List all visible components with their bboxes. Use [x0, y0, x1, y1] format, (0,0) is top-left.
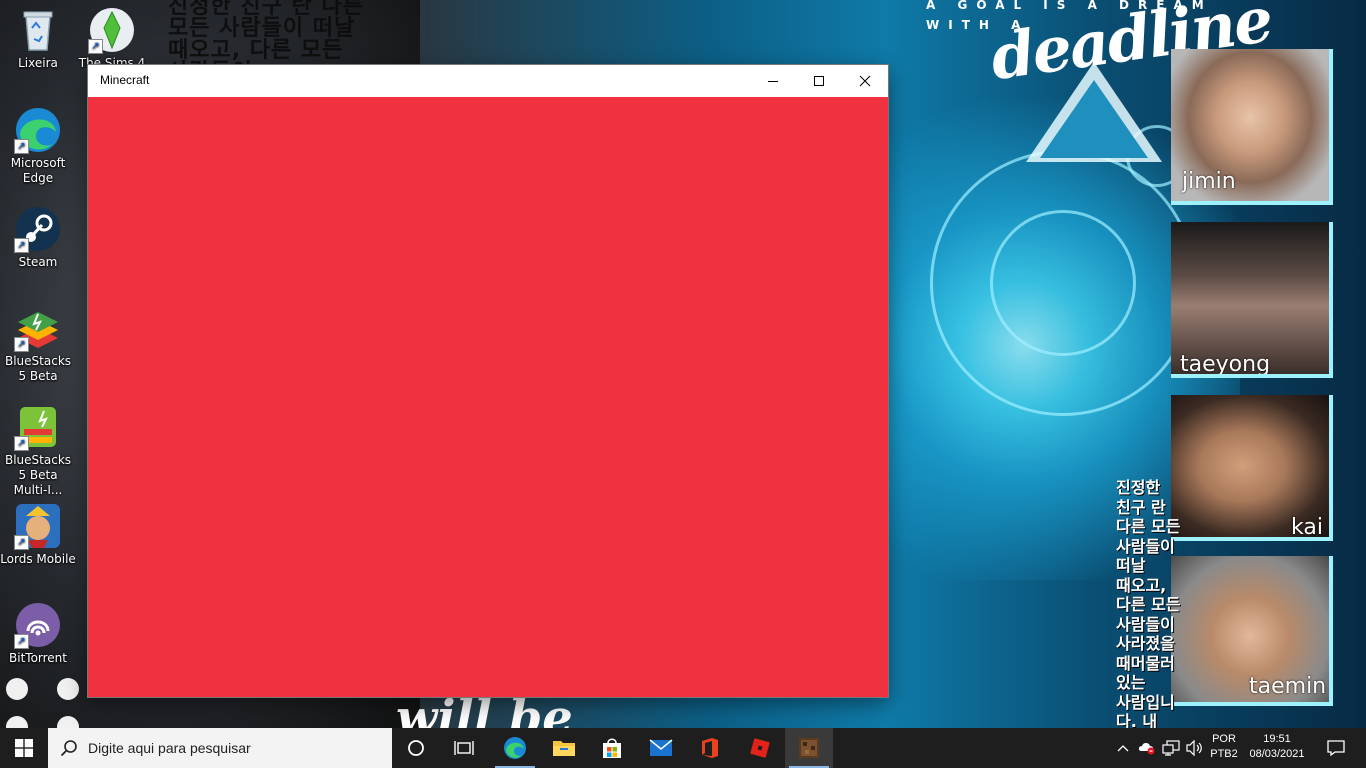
window-title: Minecraft [100, 73, 150, 87]
taskbar-minecraft[interactable] [785, 728, 833, 768]
wallpaper-photo-kai: kai [1171, 395, 1333, 541]
shortcut-arrow-icon: ↗ [14, 436, 29, 451]
desktop-icon-recycle-bin[interactable]: Lixeira [0, 6, 76, 71]
taskbar-roblox[interactable] [736, 728, 784, 768]
shortcut-arrow-icon: ↗ [14, 634, 29, 649]
onedrive-error-icon [1138, 743, 1155, 755]
notification-icon [1327, 740, 1345, 757]
edge-icon [504, 737, 526, 759]
desktop-icon-label: Lords Mobile [0, 552, 76, 566]
wallpaper-dot [57, 678, 79, 700]
store-icon [603, 738, 621, 758]
desktop-icon-label: BitTorrent [9, 651, 67, 665]
desktop-icon-label: BlueStacks 5 Beta Multi-I... [4, 453, 72, 497]
keyboard-layout: PTB2 [1210, 748, 1238, 760]
lords-mobile-icon: ↗ [14, 502, 62, 550]
minecraft-icon [799, 738, 819, 758]
mail-icon [649, 739, 673, 756]
bluestacks-icon: ↗ [14, 304, 62, 352]
search-icon [60, 740, 77, 757]
wallpaper-korean-text-right: 진정한 친구 란 다른 모든 사람들이 떠날 때오고, 다른 모든 사람들이 사… [1116, 478, 1181, 728]
tray-overflow-button[interactable] [1114, 728, 1132, 768]
minecraft-client-area[interactable] [88, 97, 888, 697]
notification-center-button[interactable] [1316, 728, 1356, 768]
minimize-button[interactable] [750, 65, 796, 97]
wallpaper-photo-jimin: jimin [1171, 49, 1333, 205]
taskbar-store[interactable] [588, 728, 636, 768]
network-icon [1162, 740, 1180, 756]
roblox-icon [750, 738, 770, 758]
shortcut-arrow-icon: ↗ [14, 337, 29, 352]
taskbar-task-view[interactable] [440, 728, 488, 768]
shortcut-arrow-icon: ↗ [14, 535, 29, 550]
close-button[interactable] [842, 65, 888, 97]
desktop-icon-bluestacks[interactable]: ↗ BlueStacks 5 Beta [0, 304, 76, 384]
desktop-icon-label: Microsoft Edge [10, 156, 66, 185]
wallpaper-triangle-inner [1040, 80, 1148, 158]
taskbar-cortana[interactable] [392, 728, 440, 768]
search-placeholder: Digite aqui para pesquisar [88, 740, 251, 756]
desktop-icon-bluestacks-multi[interactable]: ↗ BlueStacks 5 Beta Multi-I... [0, 403, 76, 498]
windows-logo-icon [15, 739, 33, 757]
wallpaper-photo-taemin: taemin [1171, 556, 1333, 706]
recycle-bin-icon [14, 6, 62, 54]
desktop-icon-label: Lixeira [18, 56, 58, 70]
steam-icon: ↗ [14, 205, 62, 253]
tray-volume[interactable] [1184, 728, 1206, 768]
office-icon [702, 738, 718, 758]
taskbar-office[interactable] [686, 728, 734, 768]
photo-name: taeyong [1180, 352, 1271, 377]
language-code: POR [1212, 733, 1236, 745]
clock-time: 19:51 [1263, 733, 1291, 745]
chevron-up-icon [1117, 745, 1129, 752]
clock-date: 08/03/2021 [1249, 748, 1305, 760]
photo-name: jimin [1182, 169, 1236, 194]
edge-icon: ↗ [14, 106, 62, 154]
tray-onedrive[interactable] [1136, 728, 1158, 768]
wallpaper-photo-taeyong: taeyong [1171, 222, 1333, 378]
shortcut-arrow-icon: ↗ [88, 39, 103, 54]
bittorrent-icon: ↗ [14, 601, 62, 649]
wallpaper-ring-inner [990, 210, 1136, 356]
tray-network[interactable] [1160, 728, 1182, 768]
maximize-button[interactable] [796, 65, 842, 97]
desktop-icon-microsoft-edge[interactable]: ↗ Microsoft Edge [0, 106, 76, 186]
file-explorer-icon [553, 741, 575, 756]
desktop-icon-label: BlueStacks 5 Beta [4, 354, 72, 383]
desktop-icon-the-sims-4[interactable]: ↗ The Sims 4 [74, 6, 150, 71]
photo-name: kai [1291, 515, 1323, 540]
taskbar: Digite aqui para pesquisar POR PTB2 19:5… [0, 728, 1366, 768]
shortcut-arrow-icon: ↗ [14, 238, 29, 253]
window-titlebar[interactable]: Minecraft [88, 65, 888, 97]
volume-icon [1186, 740, 1202, 756]
taskbar-search-box[interactable]: Digite aqui para pesquisar [48, 728, 392, 768]
maximize-icon [814, 76, 824, 86]
cortana-icon [408, 740, 424, 756]
minimize-icon [768, 81, 778, 82]
close-icon [859, 75, 871, 87]
wallpaper-dot [6, 678, 28, 700]
taskbar-edge[interactable] [491, 728, 539, 768]
tray-language[interactable]: POR PTB2 [1206, 732, 1242, 762]
task-view-icon [454, 741, 474, 755]
the-sims-4-icon: ↗ [88, 6, 136, 54]
photo-name: taemin [1249, 674, 1327, 699]
desktop-icon-bittorrent[interactable]: ↗ BitTorrent [0, 601, 76, 666]
desktop-icon-label: Steam [18, 255, 58, 269]
minecraft-window[interactable]: Minecraft [88, 65, 888, 697]
desktop-icon-lords-mobile[interactable]: ↗ Lords Mobile [0, 502, 76, 567]
bluestacks-multi-icon: ↗ [14, 403, 62, 451]
taskbar-mail[interactable] [637, 728, 685, 768]
tray-clock[interactable]: 19:51 08/03/2021 [1244, 732, 1310, 762]
shortcut-arrow-icon: ↗ [14, 139, 29, 154]
start-button[interactable] [0, 728, 48, 768]
taskbar-file-explorer[interactable] [540, 728, 588, 768]
desktop-icon-steam[interactable]: ↗ Steam [0, 205, 76, 270]
